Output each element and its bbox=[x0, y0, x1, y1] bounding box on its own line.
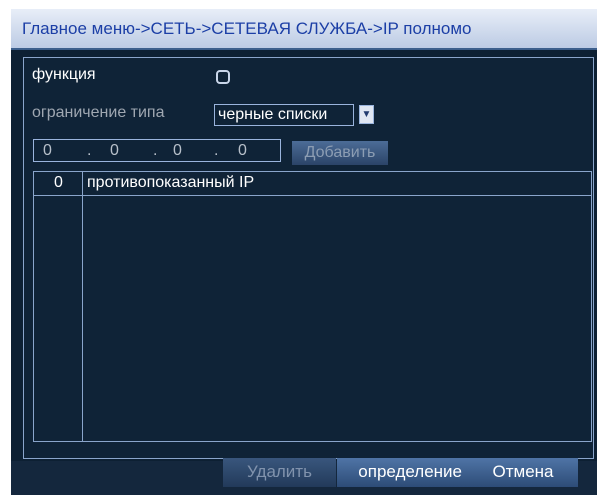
chevron-down-icon[interactable]: ▼ bbox=[359, 105, 374, 124]
ip-octet-1[interactable]: 0 bbox=[43, 142, 52, 160]
column-divider bbox=[82, 172, 83, 441]
function-label: функция bbox=[32, 66, 96, 83]
ip-separator: . bbox=[214, 142, 219, 159]
column-header-number: 0 bbox=[54, 174, 63, 191]
ip-octet-3[interactable]: 0 bbox=[173, 142, 182, 160]
breadcrumb-title: Главное меню->СЕТЬ->СЕТЕВАЯ СЛУЖБА->IP п… bbox=[11, 9, 597, 50]
ip-separator: . bbox=[153, 142, 158, 159]
blocked-ip-list[interactable]: 0 противопоказанный IP bbox=[33, 171, 592, 442]
column-header-blocked-ip: противопоказанный IP bbox=[87, 174, 255, 191]
cancel-button[interactable]: Отмена bbox=[468, 458, 578, 487]
restriction-type-select[interactable]: черные списки bbox=[214, 104, 354, 126]
delete-button[interactable]: Удалить bbox=[223, 458, 336, 487]
add-button[interactable]: Добавить bbox=[292, 141, 388, 165]
restriction-type-label: ограничение типа bbox=[32, 104, 165, 121]
ip-separator: . bbox=[87, 142, 92, 159]
ip-address-input[interactable]: 0 . 0 . 0 . 0 bbox=[33, 139, 281, 162]
function-checkbox[interactable] bbox=[216, 70, 230, 84]
ok-button[interactable]: определение bbox=[337, 458, 468, 487]
ip-permission-dialog: Главное меню->СЕТЬ->СЕТЕВАЯ СЛУЖБА->IP п… bbox=[11, 9, 597, 495]
ip-octet-4[interactable]: 0 bbox=[238, 142, 247, 160]
ip-octet-2[interactable]: 0 bbox=[110, 142, 119, 160]
